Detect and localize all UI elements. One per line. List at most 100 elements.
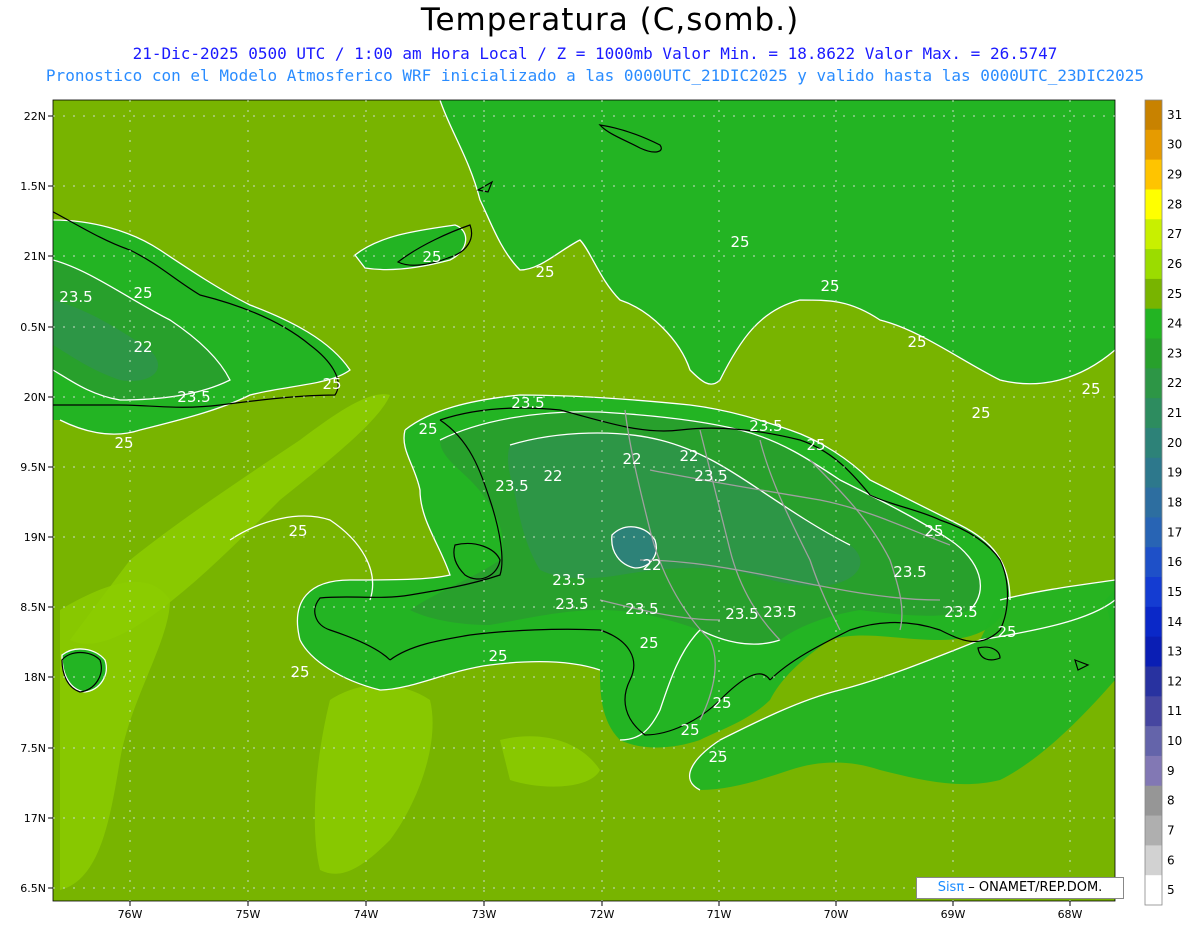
sis-logo-text: Sisπ	[937, 880, 965, 895]
colorbar-label: 5	[1167, 883, 1175, 897]
colorbar-swatch	[1145, 666, 1162, 697]
colorbar-swatch	[1145, 159, 1162, 190]
colorbar-swatch	[1145, 308, 1162, 340]
contour-label: 25	[535, 263, 554, 281]
lat-label: 0.5N	[20, 321, 46, 334]
colorbar-swatch	[1145, 457, 1162, 489]
contour-label: 23.5	[694, 467, 727, 485]
colorbar-swatch	[1145, 815, 1162, 846]
colorbar-swatch	[1145, 278, 1162, 310]
colorbar-swatch	[1145, 398, 1162, 429]
contour-label: 25	[680, 721, 699, 739]
colorbar-label: 19	[1167, 466, 1182, 480]
credit-box: Sisπ – ONAMET/REP.DOM.	[916, 877, 1124, 899]
colorbar-swatch	[1145, 189, 1162, 220]
colorbar-label: 18	[1167, 496, 1182, 510]
contour-label: 25	[114, 434, 133, 452]
contour-label: 23.5	[552, 571, 585, 589]
colorbar-swatch	[1145, 368, 1162, 399]
contour-label: 23.5	[59, 288, 92, 306]
lat-label: 21N	[24, 250, 46, 263]
colorbar-swatch	[1145, 845, 1162, 876]
colorbar-swatch	[1145, 606, 1162, 638]
lat-label: 1.5N	[20, 180, 46, 193]
contour-label: 23.5	[177, 388, 210, 406]
lon-label: 76W	[118, 908, 143, 921]
colorbar-label: 27	[1167, 227, 1182, 241]
colorbar-label: 13	[1167, 645, 1182, 659]
contour-label: 23.5	[511, 394, 544, 412]
colorbar-label: 30	[1167, 138, 1182, 152]
contour-label: 23.5	[555, 595, 588, 613]
colorbar-swatch	[1145, 517, 1162, 548]
contour-label: 25	[907, 333, 926, 351]
colorbar-label: 23	[1167, 346, 1182, 360]
contour-label: 22	[642, 556, 661, 574]
colorbar-label: 29	[1167, 168, 1182, 182]
colorbar-label: 11	[1167, 704, 1182, 718]
contour-label: 23.5	[625, 600, 658, 618]
lat-label: 8.5N	[20, 601, 46, 614]
colorbar-swatch	[1145, 338, 1162, 369]
colorbar-swatch	[1145, 696, 1162, 727]
contour-label: 25	[133, 284, 152, 302]
colorbar-swatch	[1145, 487, 1162, 518]
contour-label: 25	[288, 522, 307, 540]
colorbar-label: 12	[1167, 674, 1182, 688]
contour-label: 22	[622, 450, 641, 468]
lat-label: 18N	[24, 671, 46, 684]
lon-label: 74W	[354, 908, 379, 921]
colorbar-label: 8	[1167, 794, 1175, 808]
contour-label: 23.5	[893, 563, 926, 581]
colorbar: 31 30 29 28 27 26 25 24 23 22 21 20 19 18 17 16 15 14 13 12…	[1144, 99, 1182, 906]
longitude-labels: 76W 75W 74W 73W 72W 71W 70W 69W 68W	[118, 908, 1083, 921]
lon-label: 68W	[1058, 908, 1083, 921]
lon-label: 73W	[472, 908, 497, 921]
colorbar-label: 10	[1167, 734, 1182, 748]
contour-label: 22	[679, 447, 698, 465]
contour-label: 25	[924, 522, 943, 540]
contour-label: 23.5	[495, 477, 528, 495]
colorbar-swatch	[1145, 577, 1162, 608]
colorbar-label: 22	[1167, 376, 1182, 390]
contour-label: 25	[730, 233, 749, 251]
contour-label: 23.5	[725, 605, 758, 623]
contour-label: 25	[712, 694, 731, 712]
colorbar-swatch	[1145, 129, 1162, 161]
contour-label: 23.5	[749, 417, 782, 435]
contour-label: 22	[133, 338, 152, 356]
contour-label: 25	[422, 248, 441, 266]
colorbar-label: 31	[1167, 108, 1182, 122]
colorbar-swatch	[1145, 547, 1162, 578]
contour-label: 25	[322, 375, 341, 393]
temperature-map: 22N 1.5N 21N 0.5N 20N 9.5N 19N 8.5N 18N …	[20, 99, 1182, 921]
contour-label: 25	[488, 647, 507, 665]
lon-label: 71W	[707, 908, 732, 921]
lat-label: 19N	[24, 531, 46, 544]
colorbar-swatch	[1145, 219, 1162, 250]
contour-label: 23.5	[944, 603, 977, 621]
colorbar-label: 9	[1167, 764, 1175, 778]
contour-label: 25	[639, 634, 658, 652]
colorbar-swatch	[1145, 100, 1162, 131]
credit-text: – ONAMET/REP.DOM.	[964, 880, 1103, 895]
contour-label: 25	[806, 436, 825, 454]
colorbar-swatch	[1145, 427, 1162, 459]
lon-label: 69W	[941, 908, 966, 921]
colorbar-label: 28	[1167, 197, 1182, 211]
contour-label: 25	[418, 420, 437, 438]
colorbar-label: 20	[1167, 436, 1182, 450]
lat-label: 22N	[24, 110, 46, 123]
colorbar-swatch	[1145, 785, 1162, 817]
contour-label: 22	[543, 467, 562, 485]
contour-label: 25	[1081, 380, 1100, 398]
lat-label: 6.5N	[20, 882, 46, 895]
colorbar-swatch	[1145, 636, 1162, 667]
lon-label: 75W	[236, 908, 261, 921]
colorbar-label: 7	[1167, 823, 1175, 837]
contour-label: 25	[820, 277, 839, 295]
colorbar-swatch	[1145, 755, 1162, 787]
colorbar-label: 25	[1167, 287, 1182, 301]
contour-label: 25	[971, 404, 990, 422]
lat-label: 7.5N	[20, 742, 46, 755]
